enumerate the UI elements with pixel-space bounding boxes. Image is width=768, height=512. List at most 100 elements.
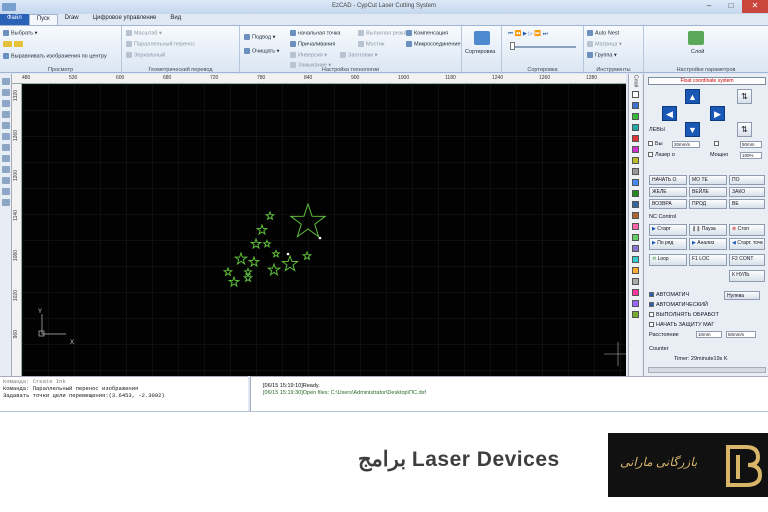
node-icon[interactable] <box>1 89 10 96</box>
start-button[interactable]: ▶ Старт <box>649 224 687 236</box>
tab-draw[interactable]: Draw <box>58 14 86 25</box>
power-select[interactable]: 100% <box>740 152 762 159</box>
tab-cnc[interactable]: Цифровое управление <box>86 14 164 25</box>
layer-swatch[interactable] <box>632 245 639 253</box>
coordinate-system-select[interactable]: Float coordinate system <box>648 77 766 85</box>
close-button[interactable]: ✕ <box>742 0 768 13</box>
line-icon[interactable] <box>1 100 10 107</box>
scale-button[interactable]: Масштаб ▾ <box>126 30 162 36</box>
auto-checkbox-2[interactable]: АВТОМАТИЧЕСКИЙ <box>649 302 708 308</box>
mirror-button[interactable]: Зеркальный <box>126 52 165 58</box>
cooling-button[interactable]: Причаливания <box>290 41 335 47</box>
layer-swatch[interactable] <box>632 256 639 264</box>
blanks-button[interactable]: Заготовки ▾ <box>340 52 377 58</box>
array-button[interactable]: Матрица ▾ <box>587 41 622 47</box>
step-checkbox[interactable] <box>714 141 721 147</box>
speed-select[interactable]: 20mm/s <box>672 141 700 148</box>
layer-swatch[interactable] <box>632 300 639 308</box>
layer-swatch[interactable] <box>632 124 639 132</box>
speed2-select[interactable]: 50mm/s <box>726 331 756 338</box>
pan-icon[interactable] <box>1 199 10 206</box>
pause-button[interactable]: ❚❚ Пауза <box>689 224 727 236</box>
move-right-button[interactable]: ▶ <box>710 106 725 121</box>
polyline-icon[interactable] <box>1 111 10 118</box>
stop-button[interactable]: ⊗ Стоп <box>729 224 765 236</box>
panel-scrollbar[interactable] <box>648 367 766 373</box>
group-button[interactable]: Группа ▾ <box>587 52 617 58</box>
back-to-start-button[interactable]: ◀ Старт. точк <box>729 238 765 250</box>
move-left-button[interactable]: ◀ <box>662 106 677 121</box>
sort-slider[interactable] <box>510 46 576 48</box>
speed-checkbox[interactable] <box>648 141 653 147</box>
tab-file[interactable]: Файл <box>0 14 29 25</box>
layer-button[interactable]: Слой <box>691 49 704 55</box>
layer-swatch[interactable] <box>632 91 639 99</box>
move-button[interactable]: Параллельный перенос <box>126 41 195 47</box>
gas-button[interactable]: ЖЕЛЕ <box>649 187 687 197</box>
po-button[interactable]: ПО <box>729 175 765 185</box>
center-images-button[interactable]: Выравнивать изображения по центру <box>3 53 107 59</box>
zero-button[interactable]: Нулева <box>724 291 760 300</box>
rectangle-icon[interactable] <box>1 144 10 151</box>
loop-button[interactable]: ⟲ Loop <box>649 254 687 266</box>
move-down-button[interactable]: ▼ <box>685 122 700 137</box>
trace-button[interactable]: ▶ По ряд <box>649 238 687 250</box>
micro-joint-button[interactable]: Микросоединение <box>406 41 461 47</box>
ve-button[interactable]: ВЕ <box>729 199 765 209</box>
polygon-icon[interactable] <box>1 155 10 162</box>
pointer-icon[interactable] <box>1 78 10 85</box>
layer-swatch[interactable] <box>632 113 639 121</box>
layer-swatch[interactable] <box>632 278 639 286</box>
auto-checkbox-1[interactable]: АВТОМАТИЧ <box>649 292 689 298</box>
command-window[interactable]: Команда: Create Ink Команда: Параллельны… <box>0 376 248 411</box>
tab-view[interactable]: Вид <box>163 14 188 25</box>
layer-swatch[interactable] <box>632 146 639 154</box>
f2-button[interactable]: F2 CONT <box>729 254 765 266</box>
view-buttons[interactable] <box>3 41 25 47</box>
sort-button[interactable]: Сортировка <box>465 49 495 55</box>
simulate-button[interactable]: ▶ Анализ <box>689 238 727 250</box>
layer-swatch[interactable] <box>632 168 639 176</box>
measure-icon[interactable] <box>1 188 10 195</box>
star-icon[interactable] <box>1 166 10 173</box>
move-up-button[interactable]: ▲ <box>685 89 700 104</box>
sort-nav-buttons[interactable]: ⏮ ⏪ ▶ ▷ ⏩ ⏭ <box>508 31 548 38</box>
circle-icon[interactable] <box>1 122 10 129</box>
distance-select[interactable]: 10mm <box>696 331 722 338</box>
layer-swatch[interactable] <box>632 234 639 242</box>
layer-swatch[interactable] <box>632 135 639 143</box>
layer-swatch[interactable] <box>632 190 639 198</box>
bridge-button[interactable]: Мостик <box>358 41 384 47</box>
lead-in-button[interactable]: Подвод ▾ <box>244 34 275 40</box>
protect-checkbox[interactable]: НАЧАТЬ ЗАЩИТУ МАГ <box>649 322 714 328</box>
clear-button[interactable]: Очищать ▾ <box>244 48 279 54</box>
zero-speed-button[interactable]: К НУЛЬ <box>729 270 765 282</box>
maximize-button[interactable]: □ <box>720 0 742 13</box>
layer-swatch[interactable] <box>632 311 639 319</box>
select-button[interactable]: Выбрать ▾ <box>3 30 37 36</box>
step-select[interactable]: 50mm <box>740 141 762 148</box>
reverse-button[interactable]: Инверсия ▾ <box>290 52 327 58</box>
layer-swatch[interactable] <box>632 267 639 275</box>
blow-button[interactable]: ВЕЙЛЕ <box>689 187 727 197</box>
layer-swatch[interactable] <box>632 289 639 297</box>
process-checkbox[interactable]: ВЫПОЛНЯТЬ ОБРАБОТ <box>649 312 719 318</box>
layer-swatch[interactable] <box>632 179 639 187</box>
convex-cut-button[interactable]: Выпуклая резка <box>358 30 407 36</box>
text-icon[interactable] <box>1 177 10 184</box>
start-point-panel-button[interactable]: НАЧАТЬ О <box>649 175 687 185</box>
laser-checkbox[interactable] <box>648 152 653 158</box>
drawing-canvas[interactable]: Y X <box>22 84 626 376</box>
layer-swatch[interactable] <box>632 102 639 110</box>
motion-button[interactable]: МО ТЕ <box>689 175 727 185</box>
close-valve-button[interactable]: ЗАКО <box>729 187 765 197</box>
f1-button[interactable]: F1 LOC <box>689 254 727 266</box>
layer-swatch[interactable] <box>632 157 639 165</box>
arc-icon[interactable] <box>1 133 10 140</box>
auto-nest-button[interactable]: Auto Nest <box>587 30 619 36</box>
return-button[interactable]: ВОЗВРА <box>649 199 687 209</box>
layer-swatch[interactable] <box>632 212 639 220</box>
minimize-button[interactable]: – <box>698 0 720 13</box>
layer-swatch[interactable] <box>632 223 639 231</box>
layer-swatch[interactable] <box>632 201 639 209</box>
